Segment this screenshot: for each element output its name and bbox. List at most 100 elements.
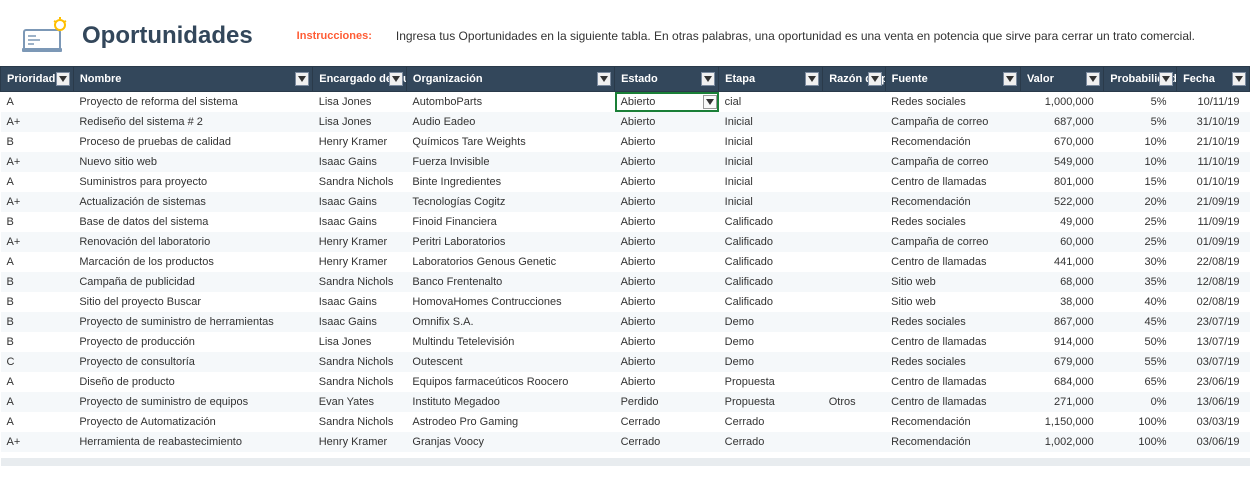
cell-fecha[interactable]: 03/03/19 (1177, 412, 1250, 432)
cell-valor[interactable]: 68,000 (1020, 272, 1103, 292)
cell-organizacion[interactable]: Banco Frentenalto (406, 272, 614, 292)
cell-probabilidad[interactable]: 5% (1104, 112, 1177, 132)
cell-nombre[interactable]: Actualización de sistemas (73, 192, 312, 212)
cell-probabilidad[interactable]: 35% (1104, 272, 1177, 292)
cell-razon[interactable] (823, 252, 885, 272)
cell-valor[interactable]: 549,000 (1020, 152, 1103, 172)
cell-probabilidad[interactable]: 10% (1104, 132, 1177, 152)
cell-organizacion[interactable]: Audio Eadeo (406, 112, 614, 132)
cell-probabilidad[interactable]: 10% (1104, 152, 1177, 172)
filter-dropdown-icon[interactable] (805, 72, 819, 86)
cell-razon[interactable]: Otros (823, 392, 885, 412)
cell-razon[interactable] (823, 112, 885, 132)
cell-encargado[interactable]: Sandra Nichols (313, 272, 407, 292)
cell-valor[interactable]: 867,000 (1020, 312, 1103, 332)
cell-prioridad[interactable]: C (1, 352, 74, 372)
cell-nombre[interactable]: Proceso de pruebas de calidad (73, 132, 312, 152)
cell-razon[interactable] (823, 272, 885, 292)
cell-fecha[interactable]: 11/09/19 (1177, 212, 1250, 232)
cell-fecha[interactable]: 10/11/19 (1177, 92, 1250, 113)
cell-encargado[interactable]: Lisa Jones (313, 332, 407, 352)
cell-nombre[interactable]: Renovación del laboratorio (73, 232, 312, 252)
cell-estado[interactable]: Abierto (615, 252, 719, 272)
cell-probabilidad[interactable]: 40% (1104, 292, 1177, 312)
cell-organizacion[interactable]: Peritri Laboratorios (406, 232, 614, 252)
cell-probabilidad[interactable]: 45% (1104, 312, 1177, 332)
cell-estado[interactable]: Abierto (615, 332, 719, 352)
cell-fecha[interactable]: 21/09/19 (1177, 192, 1250, 212)
cell-estado[interactable]: Abierto (615, 372, 719, 392)
cell-fuente[interactable]: Centro de llamadas (885, 252, 1020, 272)
header-etapa[interactable]: Etapa (719, 67, 823, 92)
cell-prioridad[interactable]: A (1, 412, 74, 432)
header-encargado[interactable]: Encargado de Cuenta (313, 67, 407, 92)
cell-organizacion[interactable]: Laboratorios Genous Genetic (406, 252, 614, 272)
cell-razon[interactable] (823, 172, 885, 192)
cell-nombre[interactable]: Nuevo sitio web (73, 152, 312, 172)
cell-fuente[interactable]: Sitio web (885, 292, 1020, 312)
cell-etapa[interactable]: Cerrado (719, 412, 823, 432)
cell-nombre[interactable]: Proyecto de Automatización (73, 412, 312, 432)
cell-nombre[interactable]: Proyecto de producción (73, 332, 312, 352)
cell-probabilidad[interactable]: 25% (1104, 212, 1177, 232)
filter-dropdown-icon[interactable] (295, 72, 309, 86)
cell-razon[interactable] (823, 312, 885, 332)
cell-estado[interactable]: Perdido (615, 392, 719, 412)
cell-fuente[interactable]: Redes sociales (885, 352, 1020, 372)
cell-etapa[interactable]: Propuesta (719, 372, 823, 392)
cell-razon[interactable] (823, 432, 885, 455)
cell-organizacion[interactable]: Finoid Financiera (406, 212, 614, 232)
filter-dropdown-icon[interactable] (868, 72, 882, 86)
cell-etapa[interactable]: Cerrado (719, 432, 823, 455)
cell-probabilidad[interactable]: 100% (1104, 412, 1177, 432)
cell-razon[interactable] (823, 132, 885, 152)
cell-valor[interactable]: 38,000 (1020, 292, 1103, 312)
cell-etapa[interactable]: Demo (719, 312, 823, 332)
cell-razon[interactable] (823, 212, 885, 232)
cell-prioridad[interactable]: A+ (1, 112, 74, 132)
cell-prioridad[interactable]: A (1, 92, 74, 113)
cell-fecha[interactable]: 21/10/19 (1177, 132, 1250, 152)
filter-dropdown-icon[interactable] (56, 72, 70, 86)
cell-prioridad[interactable]: A+ (1, 432, 74, 455)
cell-valor[interactable]: 271,000 (1020, 392, 1103, 412)
cell-fecha[interactable]: 01/09/19 (1177, 232, 1250, 252)
filter-dropdown-icon[interactable] (1232, 72, 1246, 86)
cell-prioridad[interactable]: A+ (1, 152, 74, 172)
cell-razon[interactable] (823, 412, 885, 432)
cell-fecha[interactable]: 12/08/19 (1177, 272, 1250, 292)
cell-encargado[interactable]: Isaac Gains (313, 312, 407, 332)
cell-estado[interactable]: Abierto (615, 212, 719, 232)
cell-estado[interactable]: Abierto (615, 352, 719, 372)
cell-fecha[interactable]: 22/08/19 (1177, 252, 1250, 272)
cell-razon[interactable] (823, 292, 885, 312)
cell-probabilidad[interactable]: 0% (1104, 392, 1177, 412)
cell-prioridad[interactable]: A (1, 372, 74, 392)
cell-fecha[interactable]: 03/06/19 (1177, 432, 1250, 455)
cell-etapa[interactable]: Calificado (719, 272, 823, 292)
filter-dropdown-icon[interactable] (701, 72, 715, 86)
filter-dropdown-icon[interactable] (389, 72, 403, 86)
header-fuente[interactable]: Fuente (885, 67, 1020, 92)
cell-probabilidad[interactable]: 15% (1104, 172, 1177, 192)
cell-etapa[interactable]: cial (719, 92, 823, 113)
header-estado[interactable]: Estado (615, 67, 719, 92)
cell-etapa[interactable]: Calificado (719, 292, 823, 312)
header-valor[interactable]: Valor (1020, 67, 1103, 92)
cell-etapa[interactable]: Inicial (719, 192, 823, 212)
header-razon[interactable]: Razón de pérdida (823, 67, 885, 92)
cell-fuente[interactable]: Redes sociales (885, 92, 1020, 113)
cell-fecha[interactable]: 01/10/19 (1177, 172, 1250, 192)
cell-organizacion[interactable]: Fuerza Invisible (406, 152, 614, 172)
cell-etapa[interactable]: Demo (719, 332, 823, 352)
cell-encargado[interactable]: Sandra Nichols (313, 372, 407, 392)
cell-prioridad[interactable]: B (1, 312, 74, 332)
cell-nombre[interactable]: Suministros para proyecto (73, 172, 312, 192)
cell-valor[interactable]: 1,002,000 (1020, 432, 1103, 455)
cell-nombre[interactable]: Base de datos del sistema (73, 212, 312, 232)
cell-fuente[interactable]: Recomendación (885, 412, 1020, 432)
cell-razon[interactable] (823, 352, 885, 372)
cell-fecha[interactable]: 13/07/19 (1177, 332, 1250, 352)
cell-razon[interactable] (823, 92, 885, 113)
cell-estado[interactable]: Abierto (615, 232, 719, 252)
